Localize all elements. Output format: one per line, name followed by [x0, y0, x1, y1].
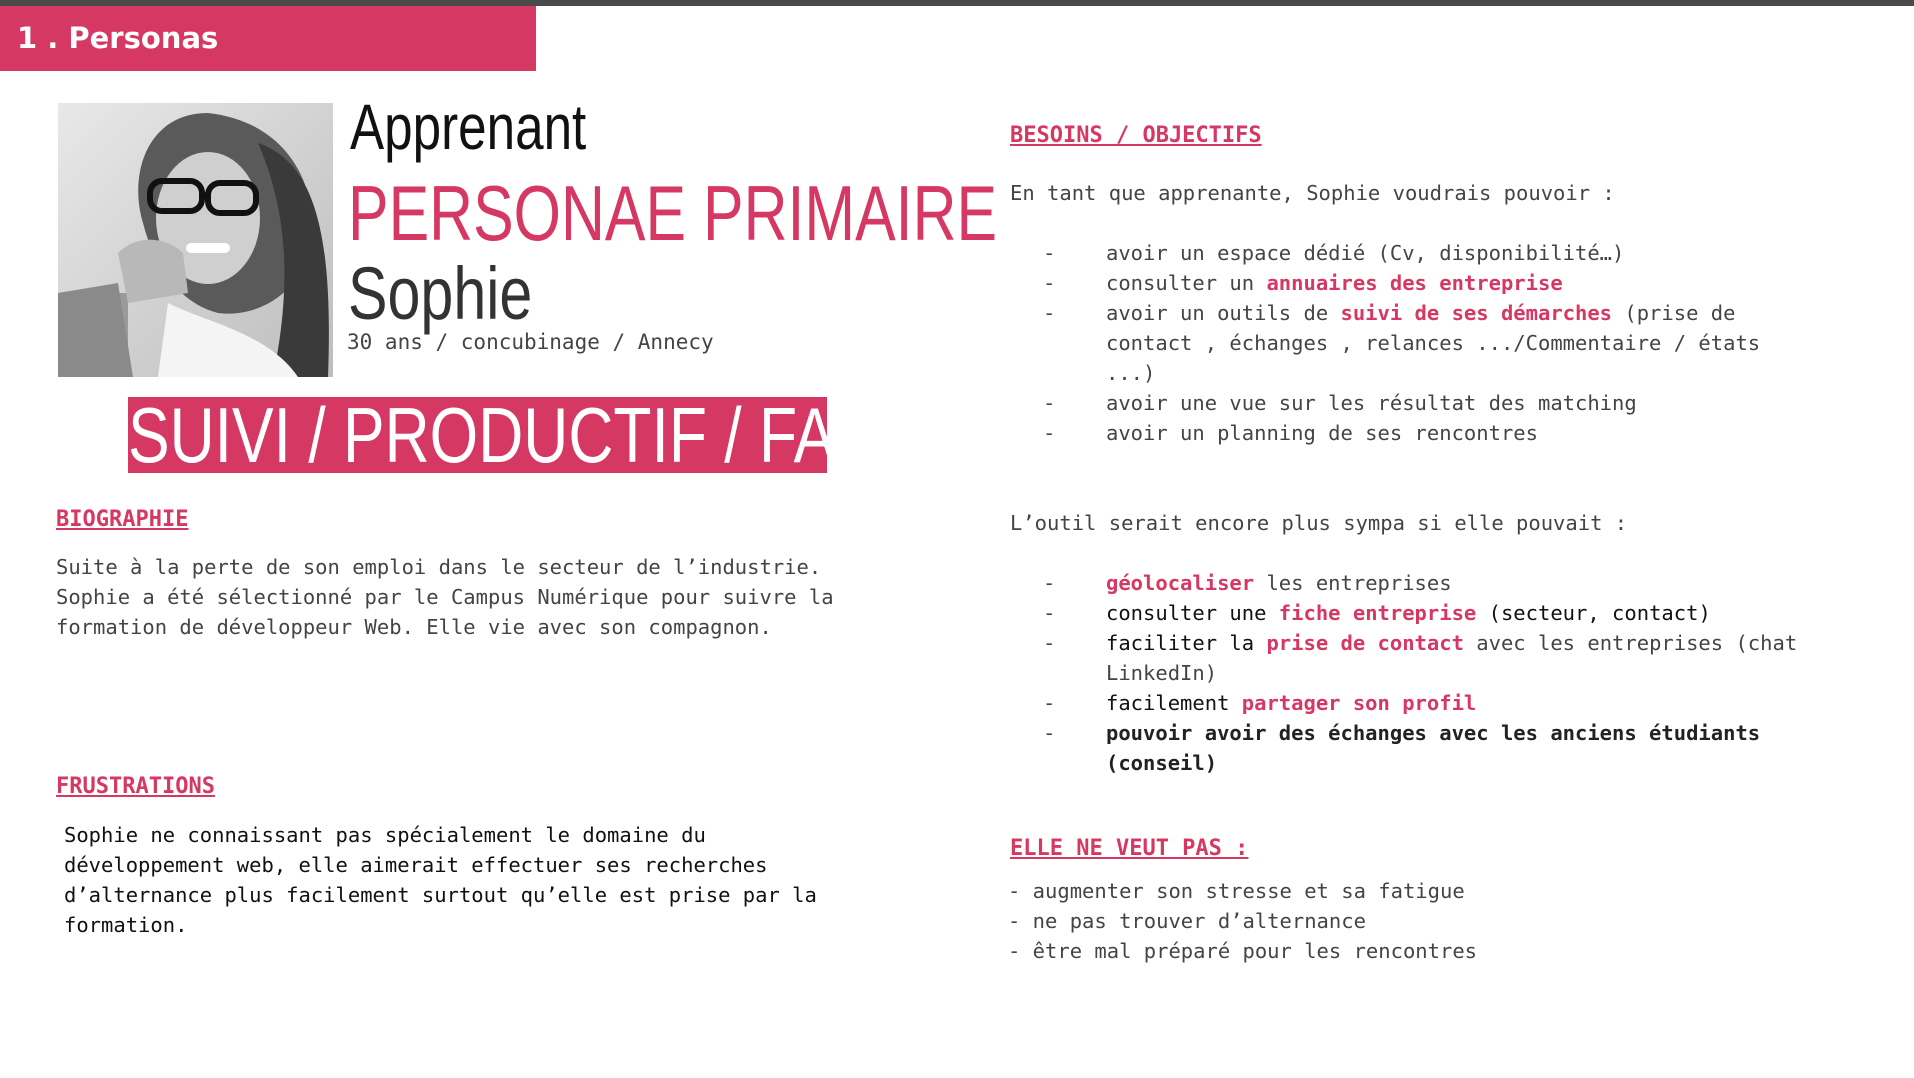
- dont-item: - augmenter son stresse et sa fatigue: [1008, 879, 1465, 903]
- list-item: - géolocaliser les entreprises: [1043, 571, 1452, 595]
- biography-line: formation de développeur Web. Elle vie a…: [56, 615, 772, 639]
- biography-line: Sophie a été sélectionné par le Campus N…: [56, 585, 834, 609]
- keywords-text: SUIVI / PRODUCTIF / FACILITE: [128, 397, 827, 473]
- list-item: - facilement partager son profil: [1043, 691, 1477, 715]
- persona-type: PERSONAE PRIMAIRE: [348, 169, 998, 257]
- list-item: - faciliter la prise de contact avec les …: [1043, 631, 1798, 685]
- biography-line: Suite à la perte de son emploi dans le s…: [56, 555, 822, 579]
- list-item: - consulter un annuaires des entreprise: [1043, 271, 1563, 295]
- list-item: - avoir une vue sur les résultat des matc…: [1043, 391, 1637, 415]
- donts-title: ELLE NE VEUT PAS :: [1010, 836, 1249, 861]
- dont-item: - être mal préparé pour les rencontres: [1008, 939, 1477, 963]
- list-item: - avoir un outils de suivi de ses démarch…: [1043, 301, 1761, 385]
- needs-intro-2: L’outil serait encore plus sympa si elle…: [1010, 511, 1628, 535]
- persona-role: Apprenant: [350, 91, 587, 163]
- section-header: 1 . Personas: [0, 6, 536, 71]
- frustrations-line: formation.: [64, 913, 188, 937]
- list-item: - consulter une fiche entreprise (secteur…: [1043, 601, 1711, 625]
- list-item: - avoir un planning de ses rencontres: [1043, 421, 1538, 445]
- needs-list: - avoir un espace dédié (Cv, disponibilit…: [1043, 238, 1813, 448]
- wishes-list: - géolocaliser les entreprises - consulter…: [1043, 568, 1813, 778]
- list-item: - avoir un espace dédié (Cv, disponibilit…: [1043, 241, 1625, 265]
- frustrations-line: Sophie ne connaissant pas spécialement l…: [64, 823, 706, 847]
- biography-title: BIOGRAPHIE: [56, 507, 189, 532]
- list-item: - pouvoir avoir des échanges avec les anc…: [1043, 721, 1761, 775]
- needs-intro: En tant que apprenante, Sophie voudrais …: [1010, 181, 1615, 205]
- keywords-banner: SUIVI / PRODUCTIF / FACILITE: [128, 397, 827, 473]
- frustrations-line: développement web, elle aimerait effectu…: [64, 853, 768, 877]
- persona-details: 30 ans / concubinage / Annecy: [347, 330, 714, 354]
- persona-photo: [58, 103, 333, 377]
- frustrations-line: d’alternance plus facilement surtout qu’…: [64, 883, 817, 907]
- persona-name: Sophie: [348, 252, 533, 335]
- dont-item: - ne pas trouver d’alternance: [1008, 909, 1366, 933]
- needs-title: BESOINS / OBJECTIFS: [1010, 123, 1262, 148]
- frustrations-title: FRUSTRATIONS: [56, 774, 215, 799]
